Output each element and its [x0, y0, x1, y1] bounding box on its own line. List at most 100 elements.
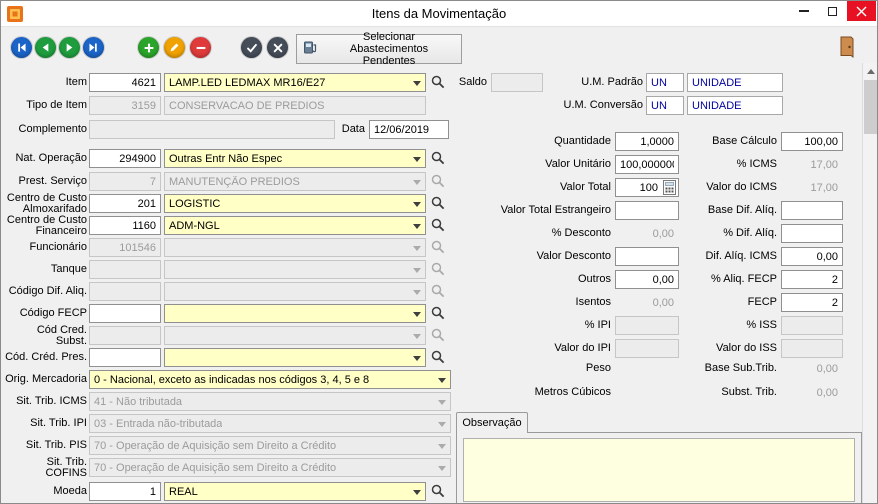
cod_cred_pres-code-field[interactable]	[89, 348, 161, 367]
pct_dif_aliq-field[interactable]	[781, 224, 843, 243]
chevron-down-icon	[438, 400, 446, 405]
cod_cred_subst-combo	[164, 326, 426, 345]
sit_trib_ipi-label: Sit. Trib. IPI	[3, 414, 87, 433]
valor_icms-field-value: 17,00	[810, 182, 838, 194]
valor_iss-field	[781, 339, 843, 358]
chevron-down-icon	[413, 356, 421, 361]
sit_trib_ipi-combo-value: 03 - Entrada não-tributada	[94, 418, 222, 430]
nat_operacao-combo[interactable]: Outras Entr Não Espec	[164, 149, 426, 168]
moeda-label: Moeda	[3, 482, 87, 501]
moeda-code-field-value: 1	[150, 486, 156, 498]
moeda-search-button[interactable]	[428, 482, 446, 501]
codigo_dif_aliq-code-field	[89, 282, 161, 301]
tipo_item-code-field: 3159	[89, 96, 161, 115]
outros-label: Outros	[463, 270, 611, 289]
minimize-button[interactable]	[789, 1, 818, 21]
subst_trib-label: Subst. Trib.	[639, 383, 777, 402]
magnifier-icon	[431, 218, 445, 232]
cod_cred_pres-combo[interactable]	[164, 348, 426, 367]
valor_total_estrangeiro-label: Valor Total Estrangeiro	[463, 201, 611, 220]
close-button[interactable]	[847, 1, 876, 21]
peso-label: Peso	[463, 359, 611, 378]
chevron-down-icon	[413, 180, 421, 185]
moeda-code-field[interactable]: 1	[89, 482, 161, 501]
data-field[interactable]: 12/06/2019	[369, 120, 449, 139]
funcionario-search-button	[428, 238, 446, 257]
centro_custo_almoxarifado-combo[interactable]: LOGISTIC	[164, 194, 426, 213]
dif_aliq_icms-field[interactable]: 0,00	[781, 247, 843, 266]
maximize-button[interactable]	[818, 1, 847, 21]
chevron-down-icon	[413, 224, 421, 229]
metros_cubicos-label: Metros Cúbicos	[463, 383, 611, 402]
codigo_fecp-combo[interactable]	[164, 304, 426, 323]
chevron-down-icon	[413, 312, 421, 317]
observacao-textarea[interactable]	[463, 438, 855, 502]
complemento-field	[89, 120, 335, 139]
funcionario-combo	[164, 238, 426, 257]
chevron-down-icon	[438, 422, 446, 427]
orig_mercadoria-combo[interactable]: 0 - Nacional, exceto as indicadas nos có…	[89, 370, 451, 389]
orig_mercadoria-label: Orig. Mercadoria	[3, 370, 87, 389]
um-conversao-label: U.M. Conversão	[553, 96, 643, 115]
pct_dif_aliq-label: % Dif. Alíq.	[639, 224, 777, 243]
magnifier-icon	[431, 306, 445, 320]
sit_trib_icms-combo: 41 - Não tributada	[89, 392, 451, 411]
centro_custo_financeiro-combo-value: ADM-NGL	[169, 220, 220, 232]
nat_operacao-combo-value: Outras Entr Não Espec	[169, 153, 282, 165]
codigo_fecp-label: Código FECP	[3, 304, 87, 323]
um-padrao-label: U.M. Padrão	[553, 73, 643, 92]
um-conversao-desc-field: UNIDADE	[687, 96, 783, 115]
base_calculo-label: Base Cálculo	[639, 132, 777, 151]
magnifier-icon	[431, 240, 445, 254]
item-search-button[interactable]	[428, 73, 446, 92]
subst_trib-field-value: 0,00	[817, 387, 838, 399]
fecp-field[interactable]: 2	[781, 293, 843, 312]
centro_custo_almoxarifado-code-field[interactable]: 201	[89, 194, 161, 213]
pct_desconto-label: % Desconto	[463, 224, 611, 243]
chevron-down-icon	[413, 157, 421, 162]
centro_custo_almoxarifado-code-field-value: 201	[138, 198, 156, 210]
nat_operacao-code-field[interactable]: 294900	[89, 149, 161, 168]
tipo_item-combo: CONSERVACAO DE PREDIOS	[164, 96, 426, 115]
scroll-up-button[interactable]	[863, 63, 878, 79]
tanque-search-button	[428, 260, 446, 279]
sit_trib_pis-combo-value: 70 - Operação de Aquisição sem Direito a…	[94, 440, 336, 452]
tab-observacao[interactable]: Observação	[456, 412, 528, 433]
maximize-icon	[828, 7, 837, 16]
scrollbar[interactable]	[862, 63, 878, 504]
data-label: Data	[335, 120, 365, 139]
sit_trib_cofins-combo-value: 70 - Operação de Aquisição sem Direito a…	[94, 462, 336, 474]
centro_custo_almoxarifado-search-button[interactable]	[428, 194, 446, 213]
funcionario-code-field-value: 101546	[119, 242, 156, 254]
pct_iss-field	[781, 316, 843, 335]
item-code-field[interactable]: 4621	[89, 73, 161, 92]
base_sub_trib-field-value: 0,00	[817, 363, 838, 375]
nat_operacao-search-button[interactable]	[428, 149, 446, 168]
magnifier-icon	[431, 328, 445, 342]
window: Itens da Movimentação Selecionar Abastec…	[0, 0, 878, 504]
dif_aliq_icms-field-value: 0,00	[817, 251, 838, 263]
base_calculo-field[interactable]: 100,00	[781, 132, 843, 151]
pct_aliq_fecp-field[interactable]: 2	[781, 270, 843, 289]
codigo_fecp-code-field[interactable]	[89, 304, 161, 323]
saldo-label: Saldo	[441, 73, 487, 92]
pct_ipi-label: % IPI	[463, 316, 611, 335]
centro_custo_financeiro-search-button[interactable]	[428, 216, 446, 235]
sit_trib_pis-label: Sit. Trib. PIS	[3, 436, 87, 455]
moeda-combo[interactable]: REAL	[164, 482, 426, 501]
prest_servico-code-field: 7	[89, 172, 161, 191]
centro_custo_financeiro-code-field[interactable]: 1160	[89, 216, 161, 235]
cod_cred_pres-search-button[interactable]	[428, 348, 446, 367]
minimize-icon	[799, 10, 809, 12]
base_dif_aliq-field[interactable]	[781, 201, 843, 220]
prest_servico-combo: MANUTENÇÃO PREDIOS	[164, 172, 426, 191]
codigo_dif_aliq-search-button	[428, 282, 446, 301]
codigo_fecp-search-button[interactable]	[428, 304, 446, 323]
prest_servico-label: Prest. Serviço	[3, 172, 87, 191]
um-padrao-desc-field: UNIDADE	[687, 73, 783, 92]
magnifier-icon	[431, 262, 445, 276]
item-combo[interactable]: LAMP.LED LEDMAX MR16/E27	[164, 73, 426, 92]
centro_custo_financeiro-combo[interactable]: ADM-NGL	[164, 216, 426, 235]
magnifier-icon	[431, 196, 445, 210]
scrollbar-thumb[interactable]	[864, 80, 877, 134]
